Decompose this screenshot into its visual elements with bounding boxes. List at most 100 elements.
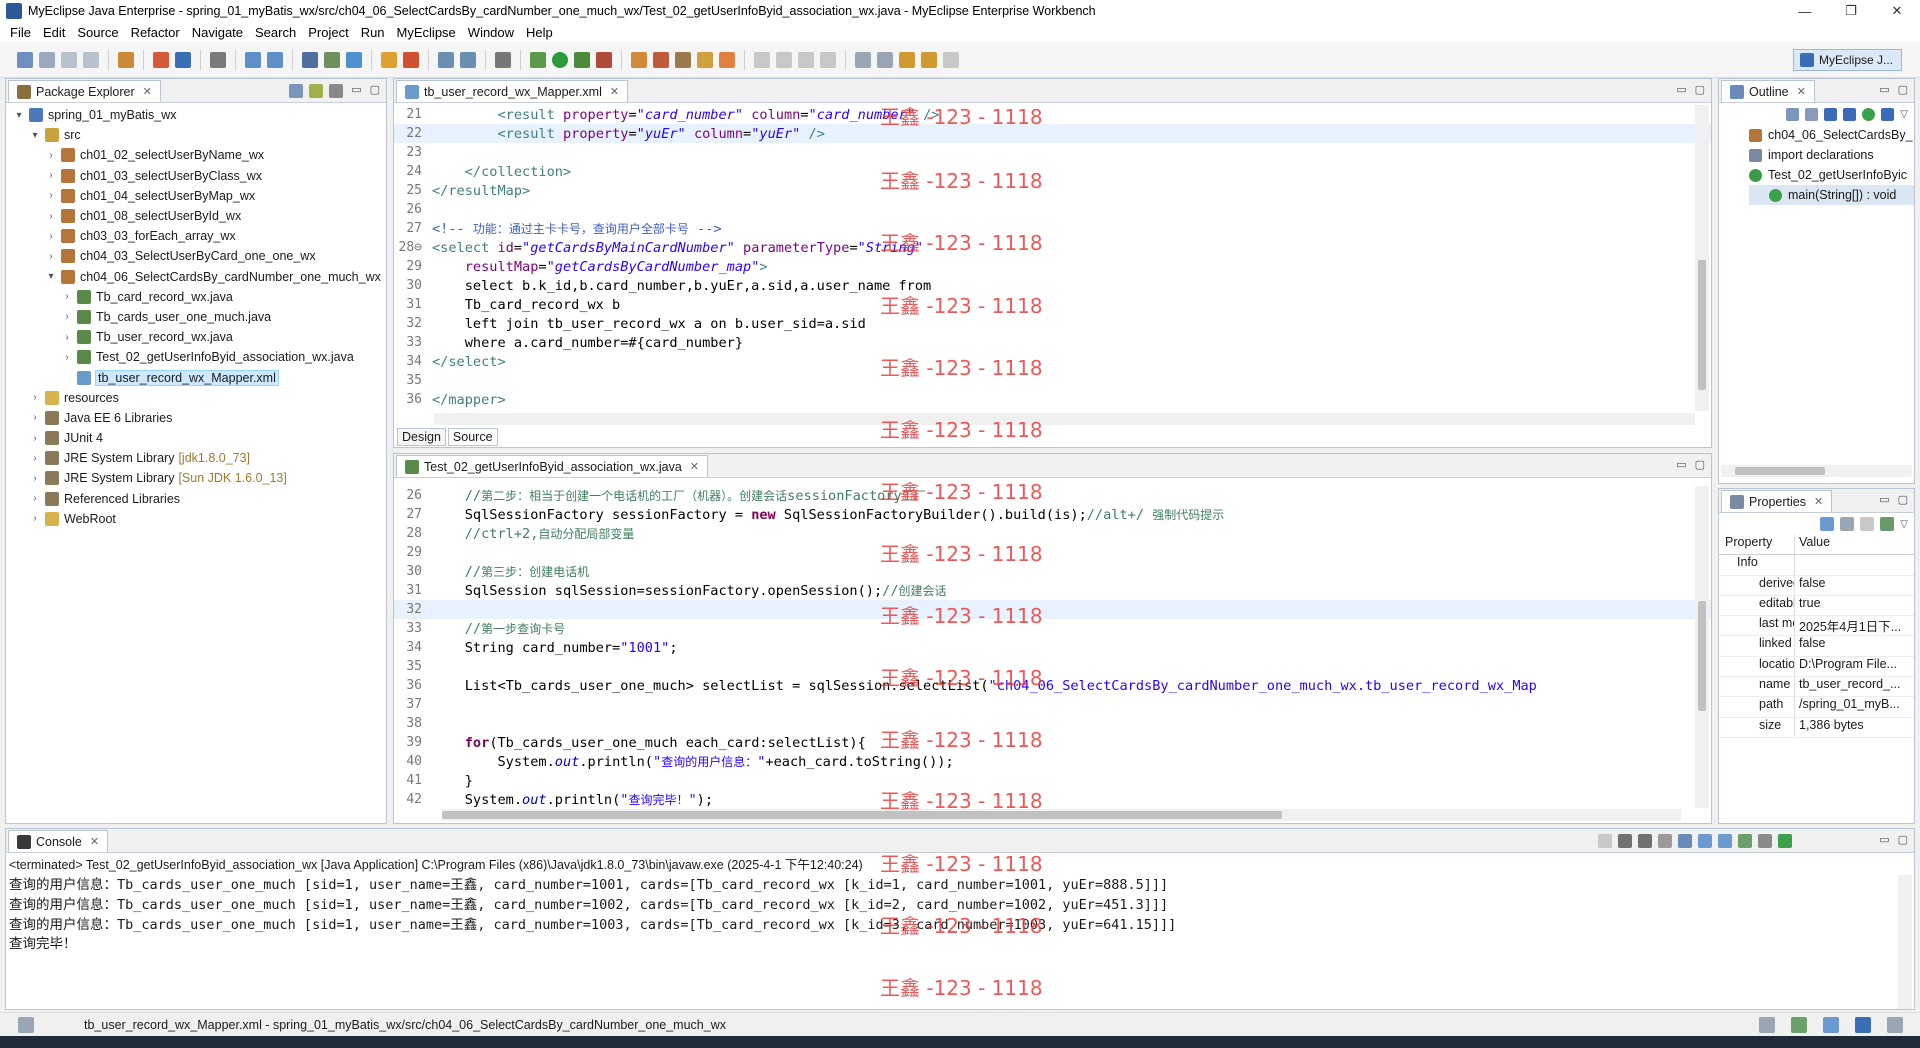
property-row[interactable]: editable true (1719, 595, 1914, 617)
chevron-right-icon[interactable]: › (28, 473, 42, 484)
chevron-down-icon[interactable]: ▾ (12, 110, 26, 121)
chevron-right-icon[interactable]: › (28, 493, 42, 504)
code-line[interactable]: 39 for(Tb_cards_user_one_much each_card:… (394, 733, 1711, 752)
menu-search[interactable]: Search (249, 25, 302, 40)
remove-launch-icon[interactable] (1618, 834, 1632, 848)
code-line[interactable]: 37 (394, 695, 1711, 714)
scroll-thumb[interactable] (1735, 467, 1825, 475)
minimize-view-icon[interactable]: ▭ (1879, 493, 1889, 506)
property-row[interactable]: size 1,386 bytes (1719, 717, 1914, 738)
server-icon[interactable] (175, 51, 191, 68)
open-folder-icon[interactable] (381, 51, 397, 68)
trim-icon[interactable] (1823, 1016, 1839, 1033)
code-line[interactable]: 34 String card_number="1001"; (394, 638, 1711, 657)
code-line[interactable]: 35 (394, 657, 1711, 676)
tree-item[interactable]: › Referenced Libraries (6, 489, 386, 509)
new-project-icon[interactable] (118, 51, 134, 68)
minimize-view-icon[interactable]: ▭ (1879, 83, 1889, 96)
code-line[interactable]: 28 //ctrl+2,自动分配局部变量 (394, 524, 1711, 543)
tree-item[interactable]: › JRE System Library [jdk1.8.0_73] (6, 448, 386, 468)
property-row[interactable]: location D:\Program File... (1719, 656, 1914, 678)
brush-icon[interactable] (697, 51, 713, 68)
view-menu-icon[interactable]: ▽ (1900, 519, 1908, 530)
tree-item[interactable]: ▾ ch04_06_SelectCardsBy_cardNumber_one_mu… (6, 267, 386, 287)
code-line[interactable]: 35 (394, 371, 1711, 390)
outline-horizontal-scrollbar[interactable] (1721, 465, 1912, 477)
close-icon[interactable]: ✕ (1814, 495, 1823, 508)
sort-icon[interactable] (1805, 107, 1819, 121)
code-line[interactable]: 27 SqlSessionFactory sessionFactory = ne… (394, 505, 1711, 524)
menu-source[interactable]: Source (71, 25, 124, 40)
tree-item[interactable]: › Java EE 6 Libraries (6, 408, 386, 428)
code-line[interactable]: 26 (394, 200, 1711, 219)
chevron-right-icon[interactable]: › (28, 392, 42, 403)
tab-properties[interactable]: Properties ✕ (1721, 490, 1833, 512)
minimize-view-icon[interactable]: ▭ (1676, 83, 1686, 96)
tree-item[interactable]: › ch01_03_selectUserByClass_wx (6, 166, 386, 186)
code-line[interactable]: 21 <result property="card_number" column… (394, 105, 1711, 124)
maximize-button[interactable]: ❐ (1828, 0, 1874, 22)
tree-item[interactable]: › WebRoot (6, 509, 386, 529)
tree-item[interactable]: ▾ src (6, 125, 386, 145)
pin-console-icon[interactable] (1738, 834, 1752, 848)
chevron-right-icon[interactable]: › (28, 453, 42, 464)
debug-icon[interactable] (530, 51, 546, 68)
code-line[interactable]: 25 </resultMap> (394, 181, 1711, 200)
collapse-all-icon[interactable] (1786, 107, 1800, 121)
code-line[interactable]: 29 (394, 543, 1711, 562)
chevron-right-icon[interactable]: › (60, 311, 74, 322)
prev-annotation-icon[interactable] (877, 51, 893, 68)
external-tools-icon[interactable] (596, 51, 612, 68)
menu-edit[interactable]: Edit (37, 25, 71, 40)
refresh-icon[interactable] (403, 51, 419, 68)
print-icon[interactable] (83, 51, 99, 68)
property-row[interactable]: name tb_user_record_... (1719, 677, 1914, 698)
tree-item[interactable]: › Tb_user_record_wx.java (6, 327, 386, 347)
minimize-view-icon[interactable]: ▭ (1879, 833, 1889, 846)
tab-package-explorer[interactable]: Package Explorer ✕ (8, 80, 161, 102)
tab-xml-mapper[interactable]: tb_user_record_wx_Mapper.xml ✕ (396, 80, 629, 102)
menu-myeclipse[interactable]: MyEclipse (391, 25, 462, 40)
outline-item[interactable]: main(String[]) : void (1749, 185, 1914, 205)
chevron-right-icon[interactable]: › (44, 190, 58, 201)
tree-item[interactable]: › ch01_04_selectUserByMap_wx (6, 186, 386, 206)
tree-item[interactable]: › JRE System Library [Sun JDK 1.6.0_13] (6, 468, 386, 488)
tree-item[interactable]: › Test_02_getUserInfoByid_association_wx.… (6, 347, 386, 367)
code-line[interactable]: 34 </select> (394, 352, 1711, 371)
restore-default-icon[interactable] (1860, 517, 1875, 531)
fast-view-icon[interactable] (18, 1016, 34, 1033)
chevron-right-icon[interactable]: › (28, 513, 42, 524)
chevron-right-icon[interactable]: › (60, 352, 74, 363)
maximize-view-icon[interactable]: ▢ (1898, 833, 1908, 846)
tree-item[interactable]: › ch04_03_SelectUserByCard_one_one_wx (6, 246, 386, 266)
tab-java-test[interactable]: Test_02_getUserInfoByid_association_wx.j… (396, 455, 709, 477)
minimize-view-icon[interactable]: ▭ (351, 83, 361, 96)
code-line[interactable]: 36 List<Tb_cards_user_one_much> selectLi… (394, 676, 1711, 695)
clear-console-icon[interactable] (1658, 834, 1672, 848)
code-line[interactable]: 22 <result property="yuEr" column="yuEr"… (394, 124, 1711, 143)
database-icon[interactable] (210, 51, 226, 68)
advanced-icon[interactable] (1840, 517, 1855, 531)
maximize-view-icon[interactable]: ▢ (1898, 493, 1908, 506)
code-line[interactable]: 30 //第三步：创建电话机 (394, 562, 1711, 581)
tree-item[interactable]: › Tb_card_record_wx.java (6, 287, 386, 307)
menu-navigate[interactable]: Navigate (186, 25, 249, 40)
chevron-right-icon[interactable]: › (44, 231, 58, 242)
close-icon[interactable]: ✕ (690, 460, 699, 473)
globe-icon[interactable] (460, 51, 476, 68)
code-line[interactable]: 33 //第一步查询卡号 (394, 619, 1711, 638)
code-line[interactable]: 24 </collection> (394, 162, 1711, 181)
menu-help[interactable]: Help (520, 25, 559, 40)
nav-back-icon[interactable] (921, 51, 937, 68)
open-console-icon[interactable] (1778, 834, 1792, 848)
chevron-down-icon[interactable]: ▾ (44, 271, 58, 282)
property-row[interactable]: linked false (1719, 636, 1914, 657)
code-line[interactable]: 40 System.out.println("查询的用户信息："+each_ca… (394, 752, 1711, 771)
property-row[interactable]: last modified 2025年4月1日下... (1719, 616, 1914, 637)
chevron-right-icon[interactable]: › (44, 170, 58, 181)
xml-code-area[interactable]: 21 <result property="card_number" column… (394, 105, 1711, 411)
pencil-icon[interactable] (776, 51, 792, 68)
wizard-icon[interactable] (245, 51, 261, 68)
trim-icon[interactable] (1759, 1016, 1775, 1033)
menu-run[interactable]: Run (355, 25, 391, 40)
